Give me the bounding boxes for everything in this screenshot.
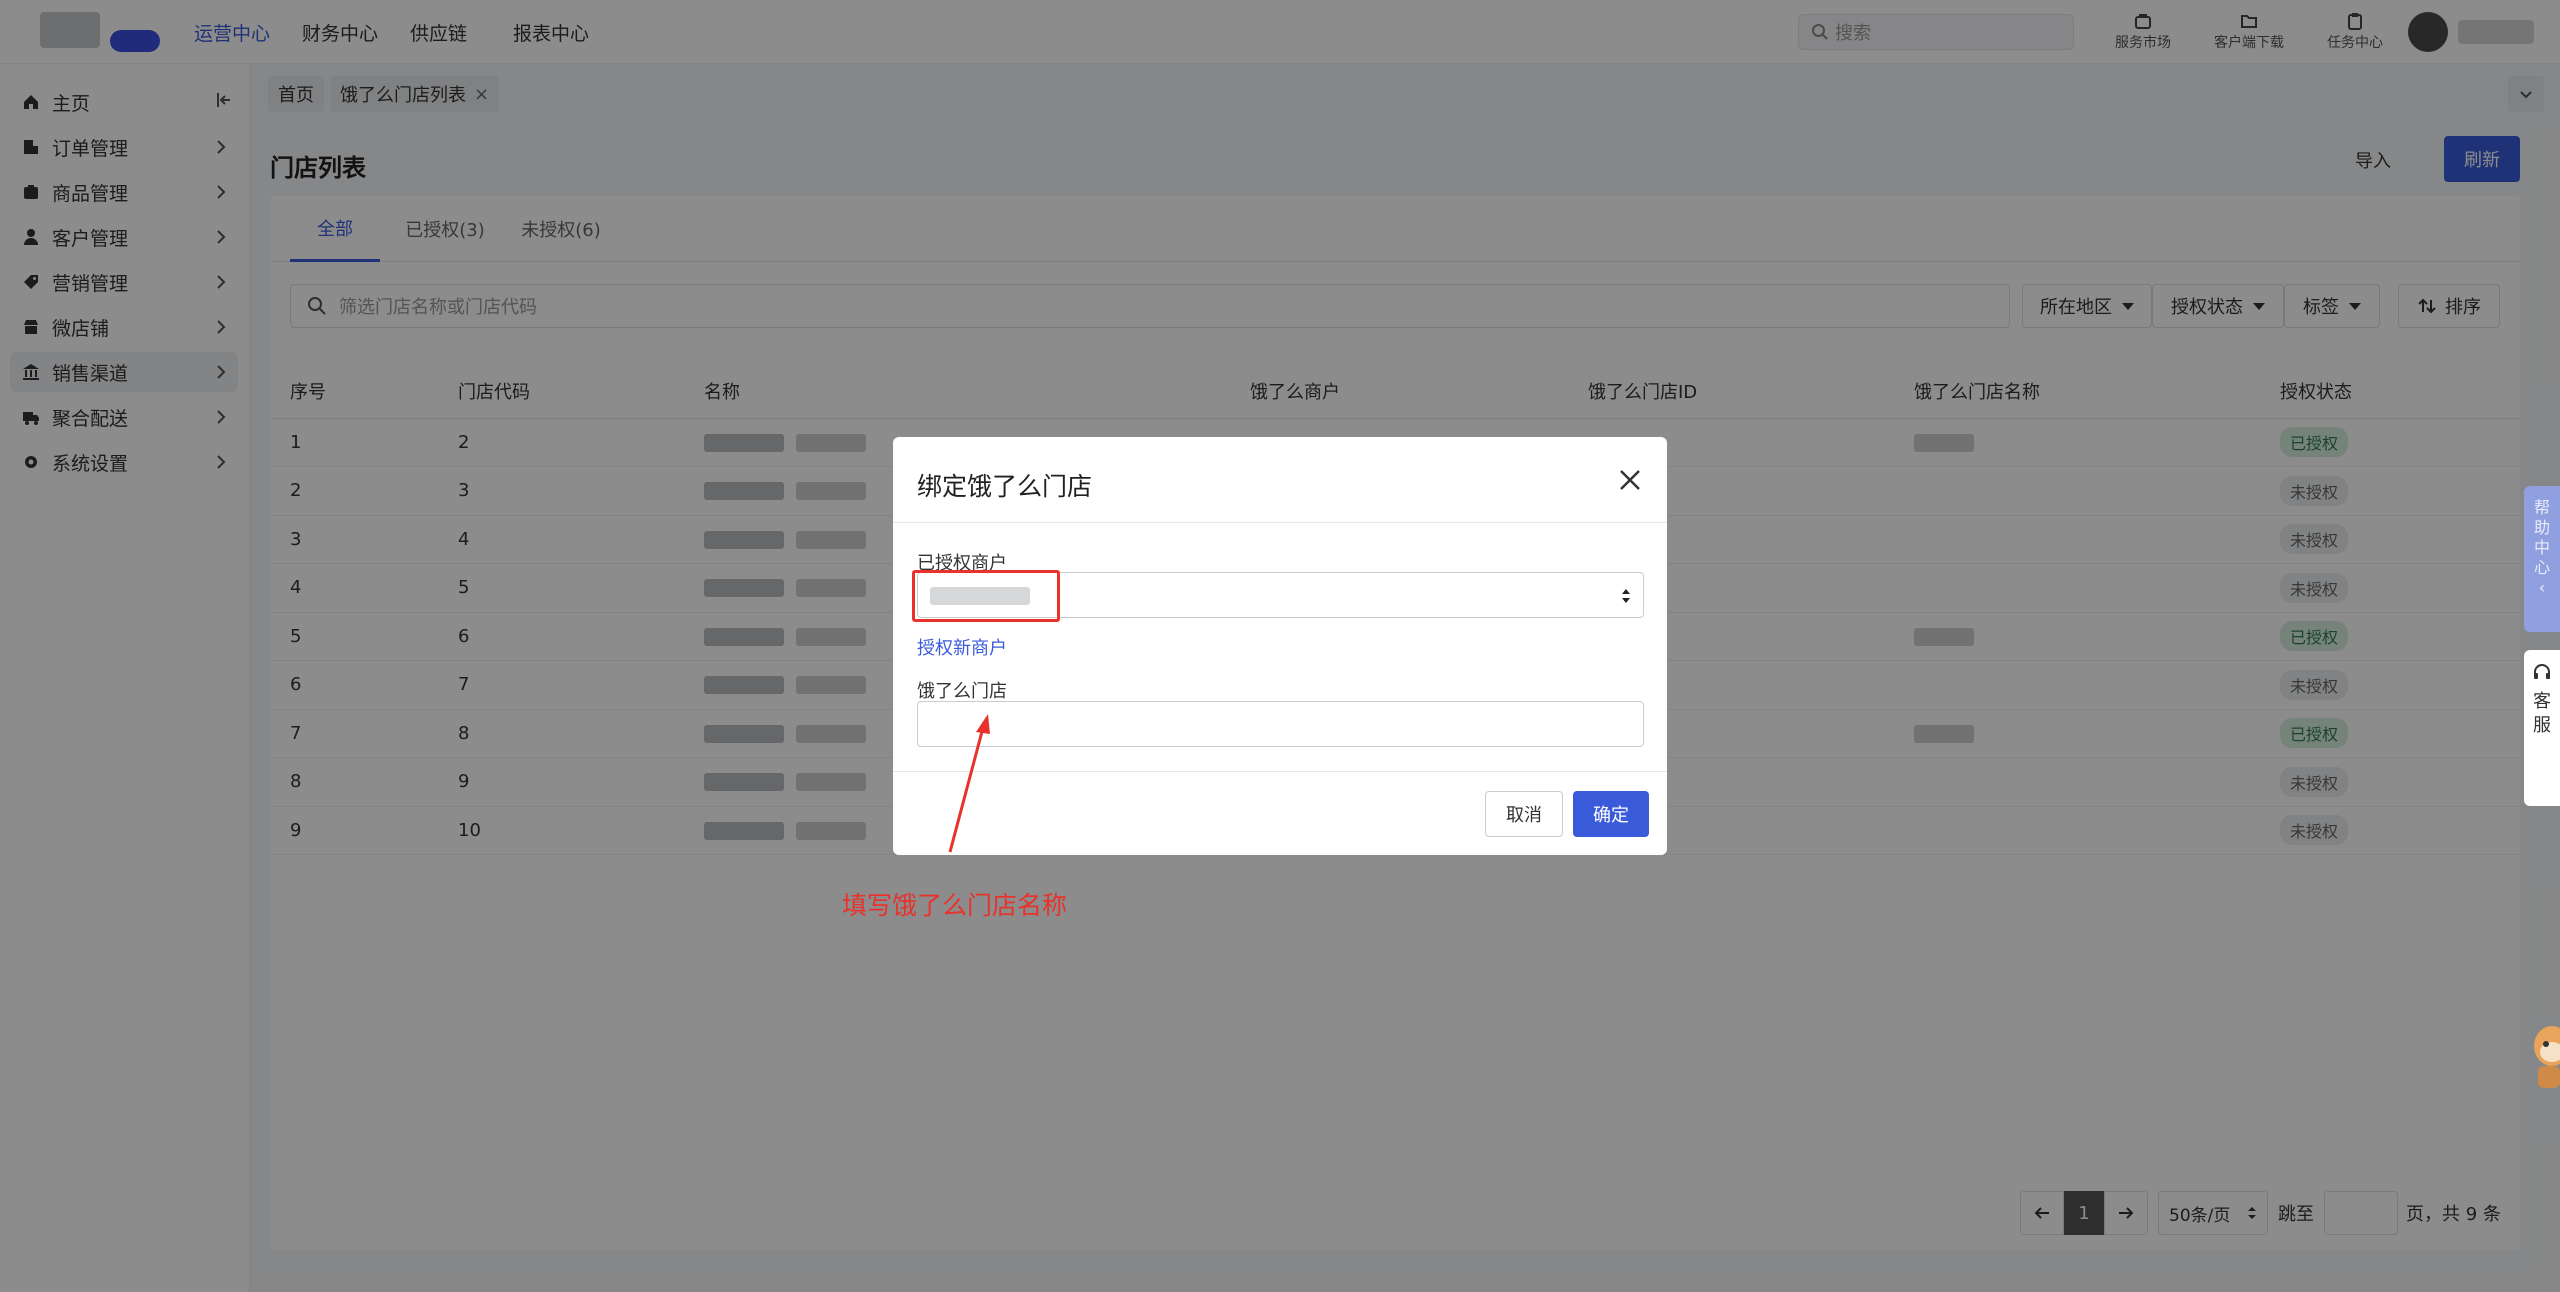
help-center-float[interactable]: 帮 助 中 心 ‹ [2524, 486, 2560, 632]
dialog-title: 绑定饿了么门店 [917, 472, 1093, 501]
annotation-arrow-icon [948, 714, 990, 853]
annotation-text: 填写饿了么门店名称 [842, 891, 1068, 920]
eleme-store-label: 饿了么门店 [917, 681, 1007, 702]
authorize-new-merchant-link[interactable]: 授权新商户 [917, 634, 1007, 660]
kefu-char: 服 [2533, 715, 2551, 736]
updown-arrow-icon [1622, 589, 1630, 603]
mascot-icon[interactable] [2528, 1010, 2560, 1096]
customer-service-float[interactable]: 客 服 [2524, 650, 2560, 806]
bind-eleme-store-dialog: 绑定饿了么门店 已授权商户 授权新商户 饿了么门店 取消 确定 [893, 437, 1667, 855]
close-icon[interactable] [1615, 465, 1645, 495]
help-char: 帮 [2533, 498, 2550, 517]
help-char: 心 [2533, 558, 2550, 577]
confirm-button[interactable]: 确定 [1573, 791, 1649, 837]
highlight-annotation-box [912, 570, 1060, 622]
help-char: 助 [2533, 518, 2550, 537]
help-char: 中 [2533, 538, 2550, 557]
cancel-button[interactable]: 取消 [1485, 791, 1563, 837]
chevron-left-icon: ‹ [2538, 578, 2546, 597]
eleme-store-input[interactable] [917, 701, 1644, 747]
headset-icon [2534, 664, 2550, 679]
kefu-char: 客 [2533, 691, 2551, 712]
dialog-header: 绑定饿了么门店 [893, 437, 1667, 523]
dialog-divider [893, 771, 1667, 772]
